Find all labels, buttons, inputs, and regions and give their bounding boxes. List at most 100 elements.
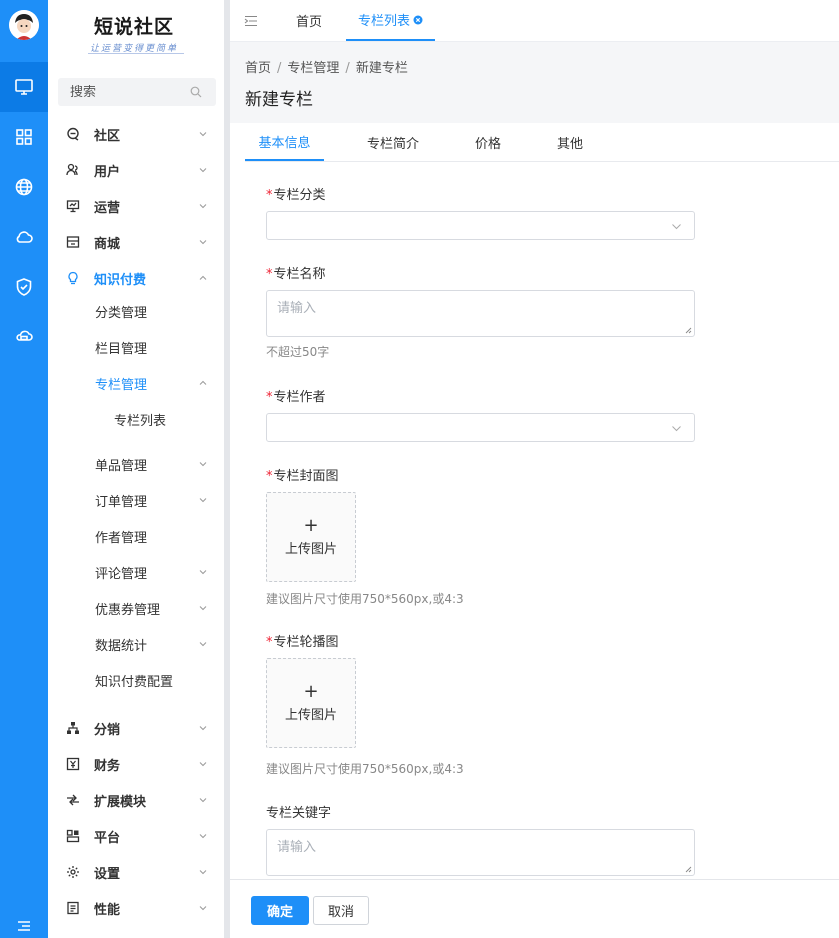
tab-label: 首页: [296, 15, 323, 30]
tab-other[interactable]: 其他: [557, 123, 583, 161]
chevron-down-icon: [199, 606, 207, 611]
page-title: 新建专栏: [245, 90, 313, 110]
cancel-button[interactable]: 取消: [313, 896, 369, 925]
sidebar-item-label: 用户: [94, 164, 121, 180]
sidebar-item-community[interactable]: 社区: [48, 116, 224, 152]
sidebar-item-statistics[interactable]: 数据统计: [48, 626, 224, 662]
sidebar-item-label: 分类管理: [95, 305, 148, 321]
tab-price[interactable]: 价格: [475, 123, 501, 161]
name-textarea-wrap: [266, 290, 695, 337]
carousel-upload[interactable]: + 上传图片: [266, 658, 356, 748]
author-select[interactable]: [266, 413, 695, 442]
breadcrumb-item-column-management[interactable]: 专栏管理: [287, 61, 339, 76]
sidebar-item-label: 扩展模块: [94, 794, 147, 810]
chevron-down-icon: [199, 906, 207, 911]
sidebar-item-finance[interactable]: 财务: [48, 746, 224, 782]
sidebar-item-label: 优惠券管理: [95, 602, 161, 618]
shield-check-icon: [16, 278, 32, 296]
sidebar-item-comment-management[interactable]: 评论管理: [48, 554, 224, 590]
rail-collapse[interactable]: [0, 914, 48, 938]
tab-home[interactable]: 首页: [296, 0, 322, 41]
tab-intro[interactable]: 专栏简介: [367, 123, 419, 161]
confirm-button[interactable]: 确定: [251, 896, 309, 925]
sidebar-scrollbar[interactable]: [224, 0, 230, 938]
keyword-input[interactable]: [267, 830, 694, 875]
carousel-label: *专栏轮播图: [266, 631, 339, 650]
sidebar-item-author-management[interactable]: 作者管理: [48, 518, 224, 554]
chevron-down-icon: [199, 870, 207, 875]
sidebar-item-label: 数据统计: [95, 638, 148, 654]
name-label-text: 专栏名称: [273, 267, 326, 282]
sidebar-item-order-management[interactable]: 订单管理: [48, 482, 224, 518]
sidebar-item-knowledge-config[interactable]: 知识付费配置: [48, 662, 224, 698]
rail-monitor[interactable]: [0, 62, 48, 112]
category-select[interactable]: [266, 211, 695, 240]
sidebar-item-label: 知识付费: [94, 272, 147, 288]
chevron-down-icon: [199, 834, 207, 839]
rail-shield[interactable]: [0, 262, 48, 312]
rail-globe[interactable]: [0, 162, 48, 212]
column-form: *专栏分类 *专栏名称 不超过50字 *专栏作者 *专栏封面图 + 上传图片 建…: [245, 162, 839, 878]
sidebar-item-settings[interactable]: 设置: [48, 854, 224, 890]
chevron-down-icon: [199, 798, 207, 803]
sidebar-item-item-management[interactable]: 单品管理: [48, 446, 224, 482]
cover-label: *专栏封面图: [266, 465, 339, 484]
sidebar-item-special-column-management[interactable]: 专栏管理: [48, 365, 224, 401]
sidebar-item-mall[interactable]: 商城: [48, 224, 224, 260]
performance-icon: [67, 901, 79, 915]
sidebar-item-operations[interactable]: 运营: [48, 188, 224, 224]
chevron-up-icon: [199, 380, 207, 385]
grid-icon: [16, 129, 32, 145]
rail-apps[interactable]: [0, 112, 48, 162]
cover-upload[interactable]: + 上传图片: [266, 492, 356, 582]
lightbulb-icon: [68, 271, 78, 285]
chevron-down-icon: [672, 224, 681, 230]
tab-basic-info[interactable]: 基本信息: [245, 123, 324, 161]
gear-icon: [67, 866, 79, 878]
breadcrumb-separator: /: [277, 61, 282, 76]
chevron-down-icon: [199, 132, 207, 137]
sidebar-item-knowledge-pay[interactable]: 知识付费: [48, 260, 224, 296]
sidebar-item-distribution[interactable]: 分销: [48, 710, 224, 746]
chat-icon: [67, 127, 79, 141]
sidebar-item-label: 性能: [94, 902, 121, 918]
search-icon[interactable]: [190, 86, 202, 98]
chevron-down-icon: [199, 204, 207, 209]
breadcrumb-item-home[interactable]: 首页: [245, 61, 271, 76]
required-mark: *: [266, 635, 273, 650]
sidebar-item-label: 作者管理: [95, 530, 148, 546]
rail-cloud-server[interactable]: [0, 312, 48, 362]
category-label-text: 专栏分类: [273, 188, 326, 203]
platform-icon: [66, 829, 80, 843]
name-hint: 不超过50字: [266, 345, 330, 359]
sidebar-item-performance[interactable]: 性能: [48, 890, 224, 926]
sidebar-item-label: 社区: [94, 128, 121, 144]
resize-grip-icon[interactable]: [685, 866, 692, 873]
chevron-down-icon: [199, 462, 207, 467]
cover-hint: 建议图片尺寸使用750*560px,或4:3: [266, 592, 464, 606]
avatar[interactable]: [9, 10, 39, 40]
name-input[interactable]: [267, 291, 694, 336]
upload-text: 上传图片: [284, 542, 337, 557]
sidebar-item-column-management[interactable]: 栏目管理: [48, 329, 224, 365]
close-circle-icon[interactable]: [413, 15, 423, 25]
logo-title: 短说社区: [94, 16, 175, 38]
store-icon: [66, 236, 80, 248]
rail-cloud[interactable]: [0, 212, 48, 262]
sidebar-item-users[interactable]: 用户: [48, 152, 224, 188]
sidebar-item-coupon-management[interactable]: 优惠券管理: [48, 590, 224, 626]
sidebar-item-category-management[interactable]: 分类管理: [48, 293, 224, 329]
sidebar-item-special-column-list[interactable]: 专栏列表: [48, 401, 224, 437]
chevron-down-icon: [199, 642, 207, 647]
search-input[interactable]: [70, 84, 180, 100]
sidebar-item-extensions[interactable]: 扩展模块: [48, 782, 224, 818]
upload-text: 上传图片: [284, 708, 337, 723]
resize-grip-icon[interactable]: [685, 327, 692, 334]
sidebar-item-platform[interactable]: 平台: [48, 818, 224, 854]
keyword-label: 专栏关键字: [266, 806, 332, 821]
menu-fold-icon[interactable]: [244, 14, 258, 28]
sidebar-item-label: 财务: [94, 758, 121, 774]
search-box[interactable]: [58, 78, 216, 106]
tab-special-column-list[interactable]: 专栏列表: [346, 0, 436, 41]
breadcrumb-separator: /: [345, 61, 350, 76]
